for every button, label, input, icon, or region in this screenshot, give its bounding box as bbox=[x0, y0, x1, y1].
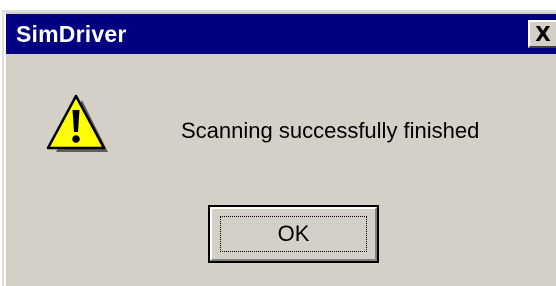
ok-button[interactable]: OK bbox=[208, 205, 379, 263]
ok-button-label: OK bbox=[220, 216, 367, 252]
dialog-message: Scanning successfully finished bbox=[181, 118, 480, 143]
warning-icon bbox=[46, 94, 108, 152]
window-title: SimDriver bbox=[16, 20, 127, 47]
close-icon: X bbox=[535, 22, 551, 46]
title-bar[interactable]: SimDriver X bbox=[6, 14, 556, 54]
message-dialog: SimDriver X Scanning successfully finish… bbox=[2, 10, 556, 286]
close-button[interactable]: X bbox=[528, 20, 556, 48]
